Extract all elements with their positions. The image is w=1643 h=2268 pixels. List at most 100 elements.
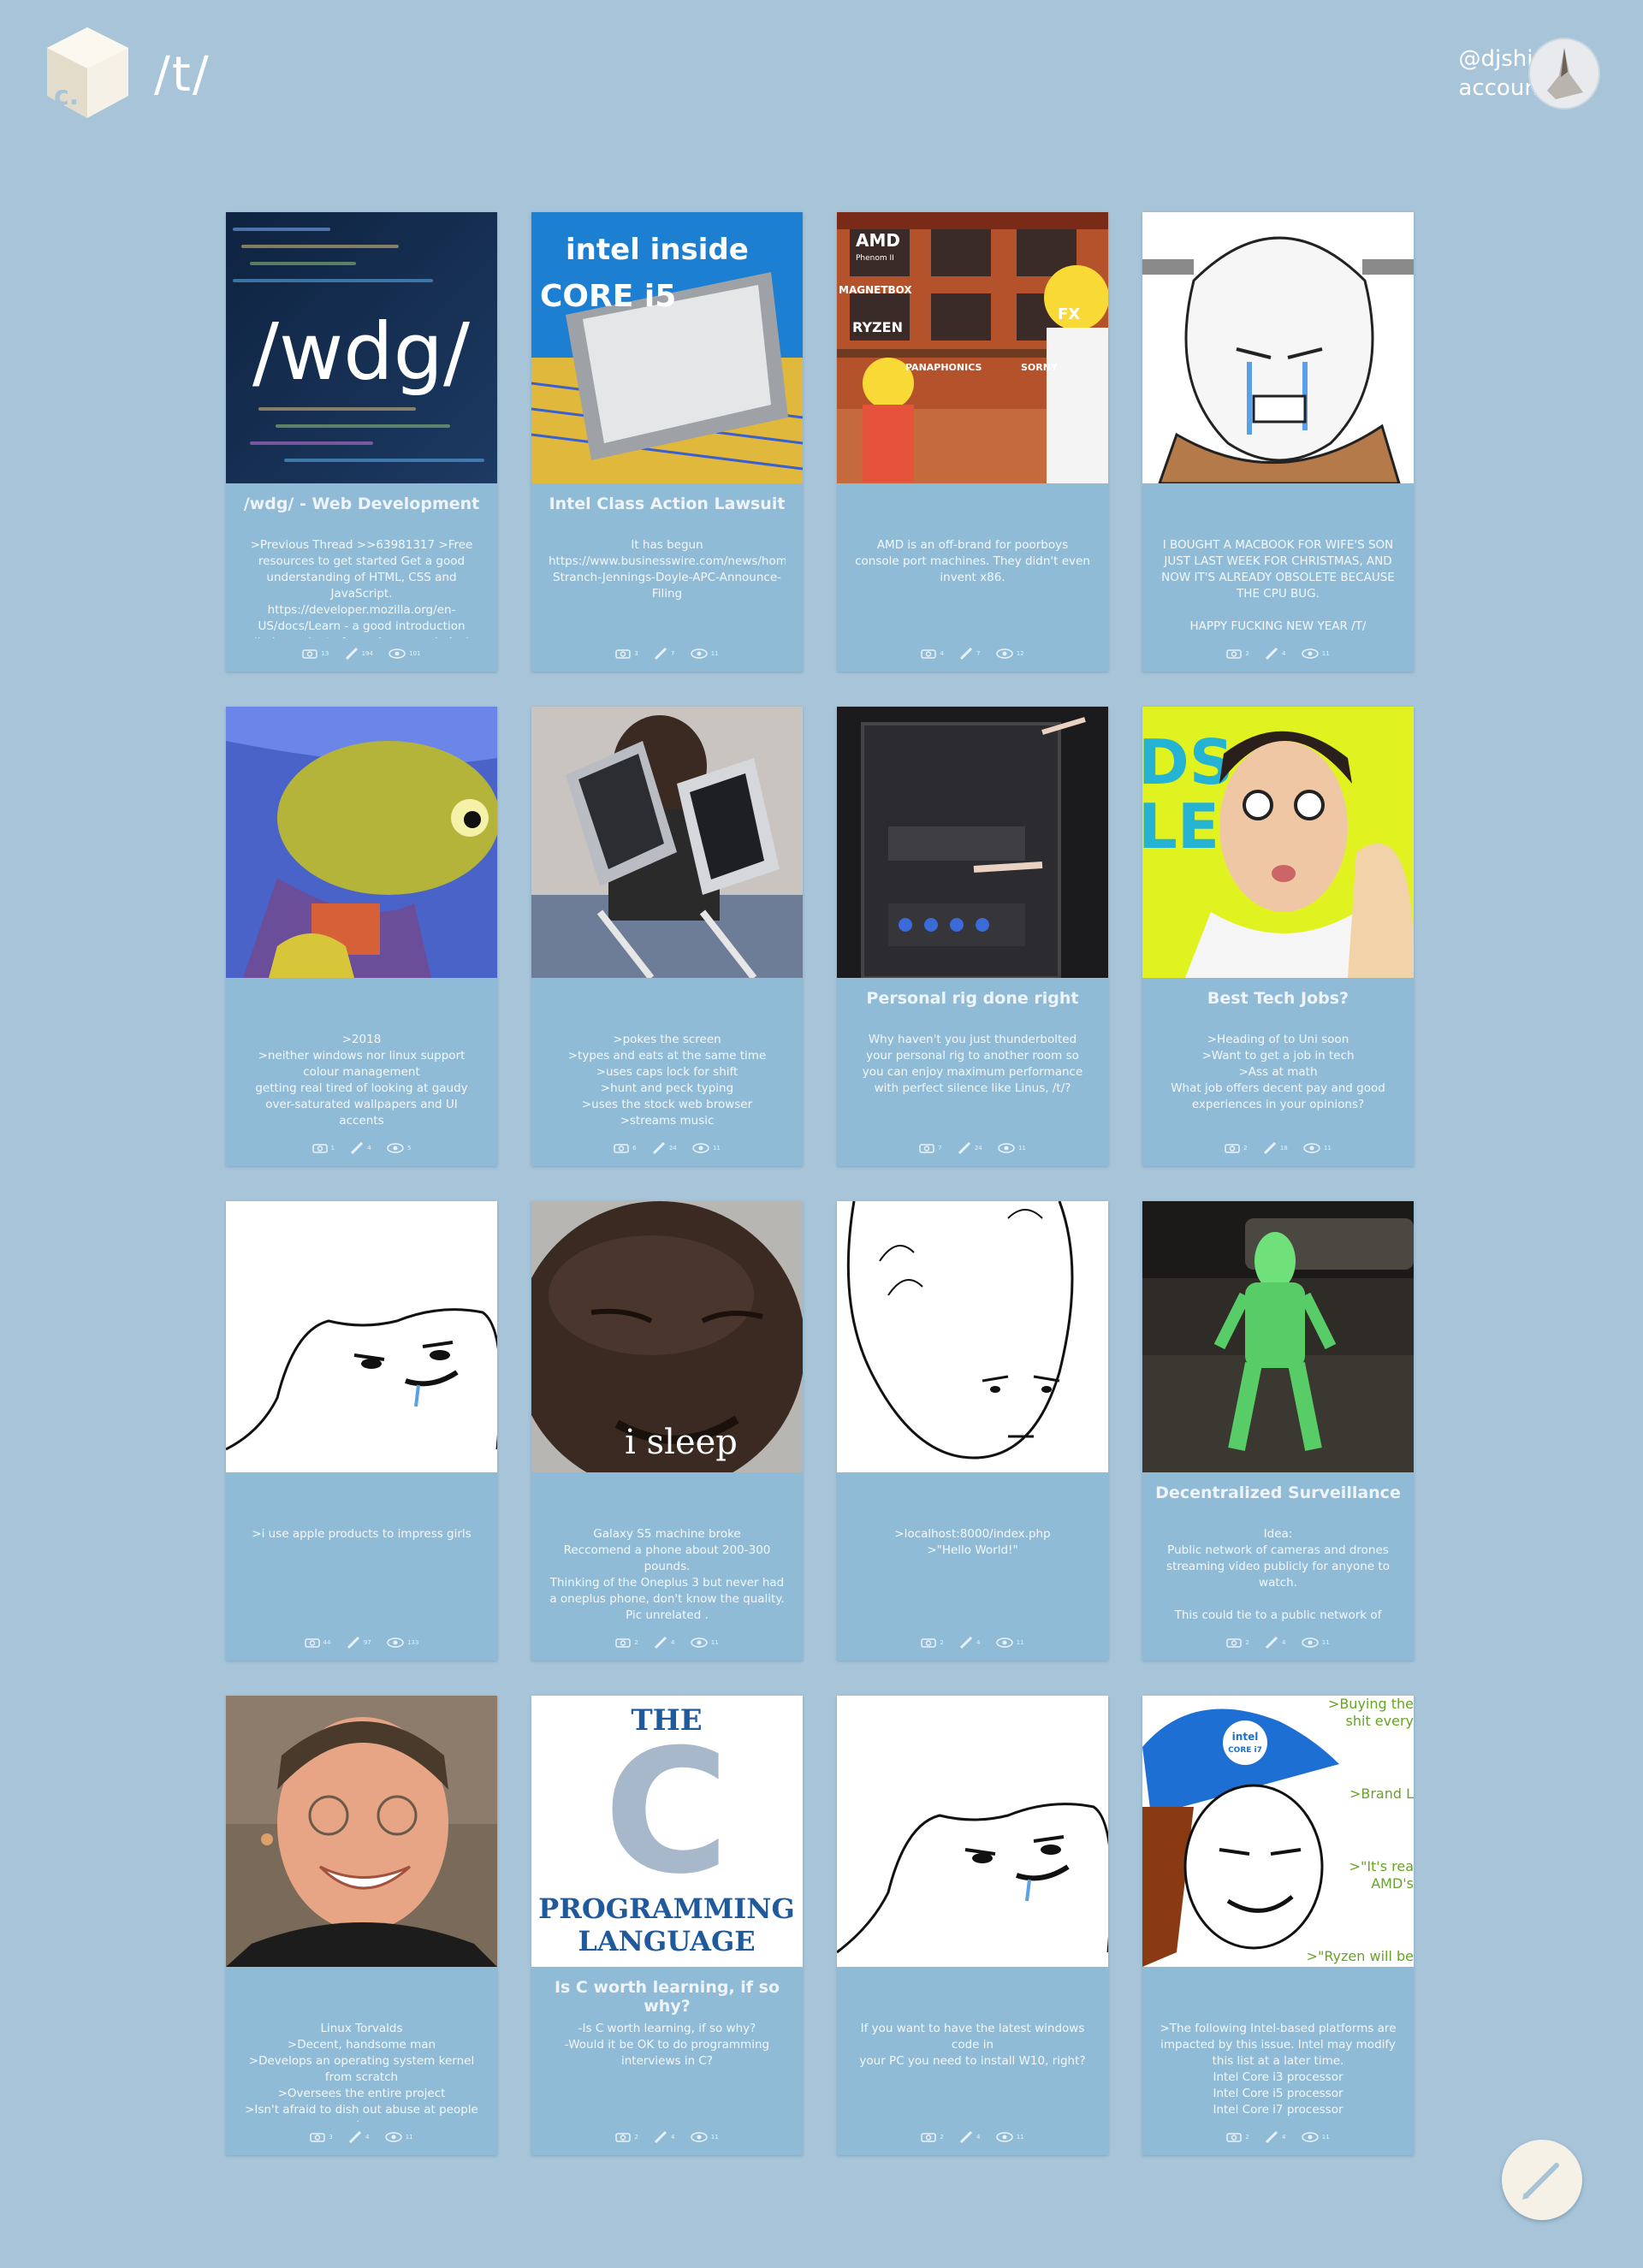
view-count-icon xyxy=(690,1637,708,1648)
thread-thumbnail[interactable] xyxy=(1142,212,1414,483)
reply-count-icon xyxy=(1265,2130,1278,2144)
thread-card[interactable]: Personal rig done right Why haven't you … xyxy=(837,707,1108,1166)
reply-count-icon xyxy=(958,1141,970,1155)
thumbnail-caption: DS xyxy=(1142,726,1234,798)
thread-thumbnail[interactable]: THE C PROGRAMMING LANGUAGE xyxy=(531,1696,803,1967)
thread-excerpt: Why haven't you just thunderbolted your … xyxy=(862,1033,1083,1095)
image-count-icon xyxy=(615,649,632,659)
thread-card[interactable]: /wdg/ /wdg/ - Web Development >Previous … xyxy=(226,212,497,672)
thread-card[interactable]: DS LE Best Tech Jobs? >Heading of to Uni… xyxy=(1142,707,1414,1166)
image-count-icon xyxy=(1226,1638,1243,1648)
reply-count-icon xyxy=(959,647,973,660)
thread-title[interactable]: Intel Class Action Lawsuit xyxy=(540,494,794,513)
reply-count: 24 xyxy=(668,1145,677,1152)
thread-card[interactable]: If you want to have the latest windows c… xyxy=(837,1696,1108,2155)
new-thread-button[interactable] xyxy=(1502,2140,1582,2220)
thumbnail-caption: AMD xyxy=(856,230,900,251)
thumbnail-caption: intel xyxy=(1232,1731,1259,1743)
thread-card[interactable]: THE C PROGRAMMING LANGUAGE Is C worth le… xyxy=(531,1696,803,2155)
image-count: 3 xyxy=(329,2134,333,2141)
thread-thumbnail[interactable]: AMD Phenom II MAGNETBOX RYZEN FX PANAPHO… xyxy=(837,212,1108,483)
thread-thumbnail[interactable] xyxy=(837,1201,1108,1472)
thread-card[interactable]: AMD Phenom II MAGNETBOX RYZEN FX PANAPHO… xyxy=(837,212,1108,672)
thumbnail-caption: /wdg/ xyxy=(252,306,470,398)
thread-stats: 6 24 11 xyxy=(531,1141,803,1155)
thread-title[interactable]: Is C worth learning, if so why? xyxy=(540,1978,794,2016)
thread-thumbnail[interactable] xyxy=(226,707,497,978)
view-count-icon xyxy=(692,1143,709,1153)
view-count-icon xyxy=(995,1637,1013,1648)
thread-card[interactable]: >i use apple products to impress girls 4… xyxy=(226,1201,497,1661)
thread-stats: 2 4 11 xyxy=(1142,1636,1414,1649)
image-count: 2 xyxy=(634,1639,638,1646)
thumbnail-caption: >"It's rea xyxy=(1349,1858,1414,1874)
thread-title[interactable]: Decentralized Surveillance xyxy=(1151,1483,1405,1502)
reply-count: 18 xyxy=(1279,1145,1288,1152)
thread-card[interactable]: >pokes the screen >types and eats at the… xyxy=(531,707,803,1166)
thread-thumbnail[interactable] xyxy=(226,1201,497,1472)
thumbnail-caption: LANGUAGE xyxy=(578,1925,755,1957)
image-count: 2 xyxy=(940,1639,944,1646)
thread-thumbnail[interactable]: /wdg/ xyxy=(226,212,497,483)
thread-excerpt: Linux Torvalds >Decent, handsome man >De… xyxy=(245,2022,478,2122)
reply-count-icon xyxy=(347,1636,359,1649)
image-count-icon xyxy=(304,1638,320,1648)
reply-count: 4 xyxy=(367,1145,371,1152)
thread-thumbnail[interactable]: DS LE xyxy=(1142,707,1414,978)
svg-text:c.: c. xyxy=(54,81,79,111)
thread-thumbnail[interactable] xyxy=(1142,1201,1414,1472)
image-count: 2 xyxy=(1245,2134,1249,2141)
image-count-icon xyxy=(615,2133,632,2142)
thumbnail-caption: PROGRAMMING xyxy=(538,1892,795,1925)
thread-excerpt: >pokes the screen >types and eats at the… xyxy=(567,1033,767,1128)
image-count: 6 xyxy=(632,1145,637,1152)
image-count: 2 xyxy=(1245,1639,1249,1646)
reply-count-icon xyxy=(348,2130,362,2144)
thread-thumbnail[interactable] xyxy=(837,1696,1108,1967)
view-count: 11 xyxy=(405,2134,413,2141)
thread-excerpt: >Previous Thread >>63981317 >Free resour… xyxy=(250,538,473,638)
thread-stats: 7 24 11 xyxy=(837,1141,1108,1155)
reply-count: 7 xyxy=(976,650,981,657)
thread-card[interactable]: I BOUGHT A MACBOOK FOR WIFE'S SON JUST L… xyxy=(1142,212,1414,672)
thumbnail-caption: CORE i5 xyxy=(540,279,676,314)
view-count-icon xyxy=(690,648,708,659)
thread-thumbnail[interactable] xyxy=(531,707,803,978)
thread-thumbnail[interactable] xyxy=(226,1696,497,1967)
view-count: 11 xyxy=(710,650,719,657)
image-count: 2 xyxy=(634,2134,638,2141)
thread-card[interactable]: Linux Torvalds >Decent, handsome man >De… xyxy=(226,1696,497,2155)
reply-count-icon xyxy=(654,1636,667,1649)
thread-card[interactable]: Decentralized Surveillance Idea: Public … xyxy=(1142,1201,1414,1661)
thread-card[interactable]: intel CORE i7 >Buying the shit every >Br… xyxy=(1142,1696,1414,2155)
image-count: 4 xyxy=(940,650,944,657)
thread-thumbnail[interactable]: i sleep xyxy=(531,1201,803,1472)
thread-card[interactable]: >localhost:8000/index.php >"Hello World!… xyxy=(837,1201,1108,1661)
thread-card[interactable]: >2018 >neither windows nor linux support… xyxy=(226,707,497,1166)
site-logo-icon[interactable]: c. xyxy=(43,26,133,121)
image-count: 44 xyxy=(323,1639,331,1646)
thumbnail-caption: Phenom II xyxy=(856,254,894,263)
thread-title[interactable]: Personal rig done right xyxy=(845,989,1100,1008)
reply-count-icon xyxy=(1265,1636,1278,1649)
avatar[interactable] xyxy=(1528,38,1600,110)
thread-stats: 44 97 133 xyxy=(226,1636,497,1649)
reply-count: 4 xyxy=(671,2134,675,2141)
thread-thumbnail[interactable]: intel inside CORE i5 xyxy=(531,212,803,483)
reply-count-icon xyxy=(351,1141,364,1155)
thread-thumbnail[interactable]: intel CORE i7 >Buying the shit every >Br… xyxy=(1142,1696,1414,1967)
thread-title[interactable]: /wdg/ - Web Development xyxy=(234,494,489,513)
thread-stats: 2 4 11 xyxy=(531,2130,803,2144)
thread-card[interactable]: i sleep Galaxy S5 machine broke Reccomen… xyxy=(531,1201,803,1661)
reply-count: 24 xyxy=(974,1145,982,1152)
view-count: 101 xyxy=(409,650,421,657)
view-count: 11 xyxy=(1017,1145,1026,1152)
thread-title[interactable]: Best Tech Jobs? xyxy=(1151,989,1405,1008)
thread-thumbnail[interactable] xyxy=(837,707,1108,978)
thread-card[interactable]: intel inside CORE i5 Intel Class Action … xyxy=(531,212,803,672)
reply-count: 4 xyxy=(976,2134,981,2141)
thumbnail-caption: PANAPHONICS xyxy=(905,362,982,373)
reply-count-icon xyxy=(654,2130,667,2144)
view-count-icon xyxy=(995,2132,1013,2142)
thread-excerpt: I BOUGHT A MACBOOK FOR WIFE'S SON JUST L… xyxy=(1161,538,1395,633)
